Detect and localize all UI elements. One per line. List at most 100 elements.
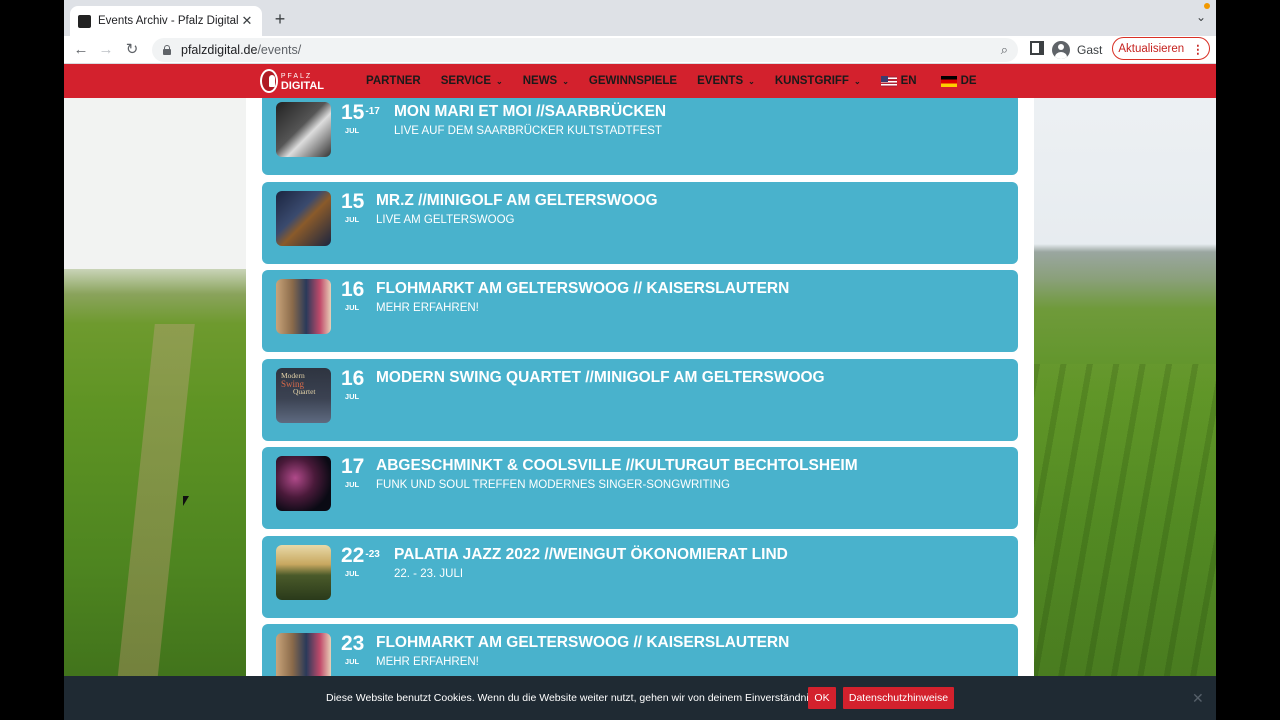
event-day: 16	[341, 368, 365, 390]
event-month: JUL	[344, 215, 360, 224]
event-month: JUL	[344, 126, 360, 135]
cookie-text: Diese Website benutzt Cookies. Wenn du d…	[326, 692, 837, 704]
nav-item-news[interactable]: NEWS ⌄	[523, 75, 569, 87]
lang-switch-en[interactable]: EN	[880, 75, 917, 87]
logo-text-bottom: DIGITAL	[280, 79, 324, 92]
avatar-icon	[1052, 41, 1070, 59]
nav-label: GEWINNSPIELE	[588, 75, 678, 87]
page-body: 15-17 JUL MON MARI ET MOI //SAARBRÜCKEN …	[64, 64, 1216, 720]
browser-tab[interactable]: Events Archiv - Pfalz Digital - I ✕	[70, 6, 262, 36]
event-subtitle: MEHR ERFAHREN!	[376, 302, 479, 314]
event-day-start: 16	[341, 367, 365, 390]
forward-button[interactable]: →	[95, 39, 117, 61]
lang-switch-de[interactable]: DE	[940, 75, 977, 87]
close-icon[interactable]: ✕	[1192, 690, 1204, 707]
event-day: 17	[341, 456, 365, 478]
nav-item-partner[interactable]: PARTNER	[366, 75, 421, 87]
nav-item-gewinnspiele[interactable]: GEWINNSPIELE	[589, 75, 677, 87]
event-subtitle: FUNK UND SOUL TREFFEN MODERNES SINGER-SO…	[376, 479, 730, 491]
tab-title: Events Archiv - Pfalz Digital - I	[98, 15, 240, 27]
event-title: ABGESCHMINKT & COOLSVILLE //KULTURGUT BE…	[376, 457, 858, 474]
mouse-cursor-icon	[183, 496, 189, 506]
new-tab-button[interactable]: +	[270, 9, 290, 30]
profile-label: Gast	[1077, 43, 1103, 57]
event-title: PALATIA JAZZ 2022 //WEINGUT ÖKONOMIERAT …	[394, 546, 788, 563]
address-bar[interactable]: pfalzdigital.de/events/ ⌕	[152, 38, 1018, 62]
event-day-start: 15	[341, 190, 365, 213]
search-icon[interactable]: ⌕	[1001, 42, 1008, 58]
event-day: 16	[341, 279, 365, 301]
event-day-start: 23	[341, 632, 365, 655]
nav-item-service[interactable]: SERVICE ⌄	[441, 75, 503, 87]
event-card[interactable]: Modern Swing Quartet 16 JUL MODERN SWING…	[262, 359, 1018, 441]
profile-button[interactable]: Gast	[1052, 38, 1102, 62]
event-day-start: 17	[341, 455, 365, 478]
event-day: 15-17	[341, 102, 380, 124]
event-day-start: 15	[341, 101, 365, 124]
event-title: MR.Z //MINIGOLF AM GELTERSWOOG	[376, 192, 658, 209]
site-header: PFALZ DIGITAL PARTNER SERVICE ⌄ NEWS ⌄ GEW…	[64, 64, 1216, 98]
event-thumbnail	[276, 279, 331, 334]
cookie-ok-button[interactable]: OK	[808, 687, 836, 709]
event-day: 15	[341, 191, 365, 213]
site-logo[interactable]: PFALZ DIGITAL	[260, 68, 324, 94]
event-subtitle: LIVE AM GELTERSWOOG	[376, 214, 515, 226]
chevron-down-icon: ⌄	[496, 76, 503, 86]
lang-label: EN	[900, 75, 917, 87]
event-card[interactable]: 15-17 JUL MON MARI ET MOI //SAARBRÜCKEN …	[262, 93, 1018, 175]
event-thumbnail	[276, 191, 331, 246]
event-month: JUL	[344, 569, 360, 578]
event-month: JUL	[344, 480, 360, 489]
event-day-start: 22	[341, 544, 365, 567]
side-panel-icon[interactable]	[1030, 41, 1044, 55]
vineyard-background-right	[1034, 64, 1216, 720]
back-button[interactable]: ←	[70, 39, 92, 61]
chevron-down-icon: ⌄	[562, 76, 569, 86]
lang-label: DE	[960, 75, 977, 87]
event-thumbnail	[276, 545, 331, 600]
cookie-banner: Diese Website benutzt Cookies. Wenn du d…	[64, 676, 1216, 720]
nav-label: SERVICE	[440, 75, 492, 87]
event-day: 22-23	[341, 545, 380, 567]
privacy-notice-button[interactable]: Datenschutzhinweise	[843, 687, 954, 709]
update-dot-icon	[1204, 3, 1210, 9]
event-month: JUL	[344, 657, 360, 666]
logo-badge-icon	[260, 69, 278, 93]
lock-icon[interactable]	[162, 45, 171, 55]
url-path: /events/	[257, 43, 302, 57]
event-day: 23	[341, 633, 365, 655]
event-title: MON MARI ET MOI //SAARBRÜCKEN	[394, 103, 667, 120]
de-flag-icon	[940, 75, 957, 87]
us-flag-icon	[880, 75, 897, 87]
event-card[interactable]: 16 JUL FLOHMARKT AM GELTERSWOOG // KAISE…	[262, 270, 1018, 352]
browser-window: Events Archiv - Pfalz Digital - I ✕ + ⌄ …	[64, 0, 1216, 720]
nav-item-events[interactable]: EVENTS ⌄	[697, 75, 755, 87]
nav-label: PARTNER	[366, 75, 421, 87]
nav-item-kunstgriff[interactable]: KUNSTGRIFF ⌄	[775, 75, 861, 87]
logo-text: PFALZ DIGITAL	[280, 72, 324, 92]
reload-button[interactable]: ↻	[121, 39, 143, 61]
event-thumbnail: Modern Swing Quartet	[276, 368, 331, 423]
event-subtitle: LIVE AUF DEM SAARBRÜCKER KULTSTADTFEST	[394, 125, 662, 137]
site-favicon-icon	[78, 14, 91, 28]
thumbnail-text: Quartet	[293, 387, 316, 396]
tab-search-chevron-icon[interactable]: ⌄	[1196, 10, 1206, 24]
chevron-down-icon: ⌄	[853, 76, 861, 86]
more-menu-icon: ⋮	[1192, 43, 1204, 56]
vineyard-background-left	[64, 64, 246, 720]
update-label: Aktualisieren	[1118, 42, 1185, 55]
event-month: JUL	[344, 392, 360, 401]
event-day-start: 16	[341, 278, 365, 301]
event-title: FLOHMARKT AM GELTERSWOOG // KAISERSLAUTE…	[376, 634, 790, 651]
tab-close-icon[interactable]: ✕	[240, 13, 254, 29]
main-nav: PARTNER SERVICE ⌄ NEWS ⌄ GEWINNSPIELE EVEN…	[366, 64, 1001, 98]
event-card[interactable]: 15 JUL MR.Z //MINIGOLF AM GELTERSWOOG LI…	[262, 182, 1018, 264]
event-month: JUL	[344, 303, 360, 312]
update-button[interactable]: Aktualisieren ⋮	[1112, 37, 1210, 60]
url-host: pfalzdigital.de	[181, 43, 258, 57]
event-card[interactable]: 17 JUL ABGESCHMINKT & COOLSVILLE //KULTU…	[262, 447, 1018, 529]
chevron-down-icon: ⌄	[748, 76, 755, 86]
event-day-end: -17	[365, 106, 380, 117]
event-card[interactable]: 22-23 JUL PALATIA JAZZ 2022 //WEINGUT ÖK…	[262, 536, 1018, 618]
tab-bar: Events Archiv - Pfalz Digital - I ✕ + ⌄	[64, 0, 1216, 36]
